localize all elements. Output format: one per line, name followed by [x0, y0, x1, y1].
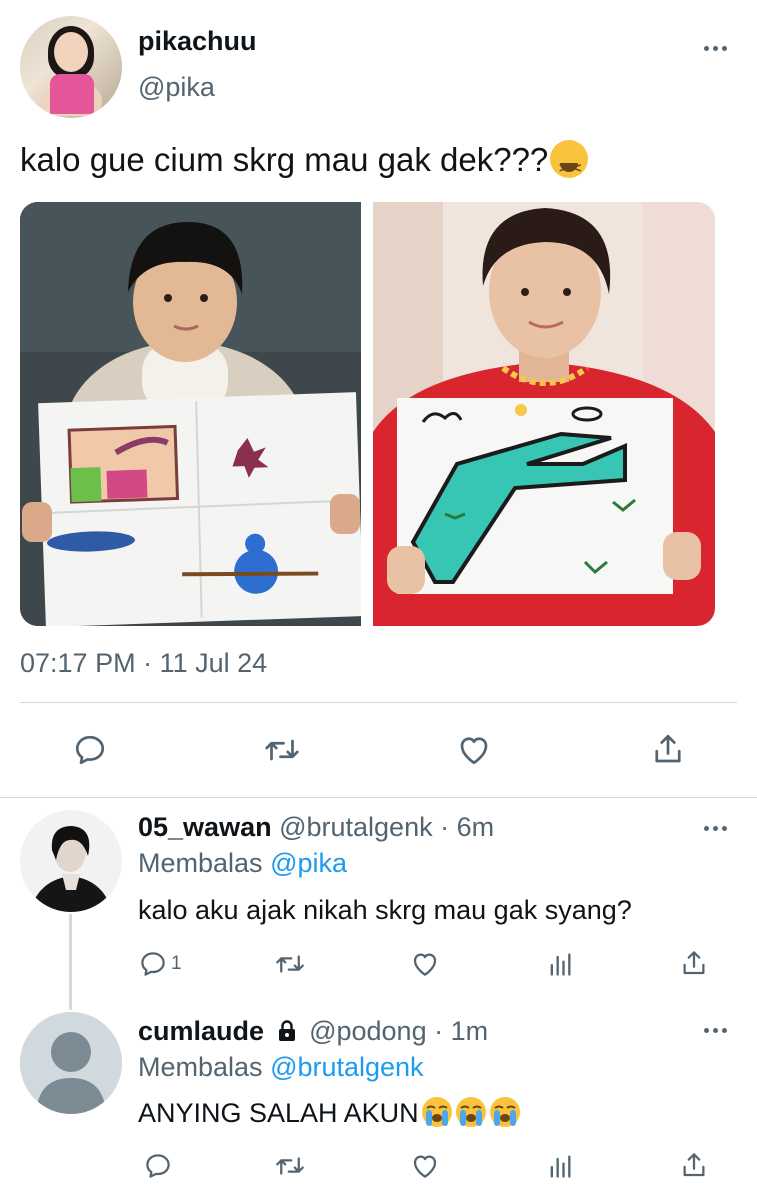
- share-icon[interactable]: [676, 1146, 712, 1184]
- reply-icon[interactable]: [68, 730, 112, 770]
- share-icon[interactable]: [676, 944, 712, 982]
- like-icon[interactable]: [452, 730, 496, 770]
- reply-display-name[interactable]: 05_wawan: [138, 812, 272, 842]
- tweet-text: kalo gue cium skrg mau gak dek???><: [20, 138, 589, 182]
- more-options-icon[interactable]: [695, 818, 735, 838]
- default-avatar-icon[interactable]: [20, 1012, 122, 1114]
- reply-time[interactable]: 1m: [451, 1016, 489, 1046]
- tweet-timestamp[interactable]: 07:17 PM · 11 Jul 24: [20, 648, 267, 679]
- author-avatar[interactable]: [20, 16, 122, 118]
- tweet-text-content: kalo gue cium skrg mau gak dek???: [20, 141, 549, 178]
- author-handle[interactable]: @pika: [138, 72, 215, 103]
- replying-to-mention[interactable]: @pika: [270, 848, 347, 878]
- tired-face-emoji: ><: [550, 140, 589, 178]
- like-icon[interactable]: [406, 946, 444, 982]
- retweet-icon[interactable]: [270, 946, 310, 982]
- reply-icon: [141, 952, 165, 976]
- reply-avatar[interactable]: [20, 810, 122, 912]
- more-options-icon[interactable]: [695, 38, 735, 58]
- analytics-icon[interactable]: [542, 1148, 578, 1184]
- like-icon[interactable]: [406, 1148, 444, 1184]
- divider: [0, 797, 757, 798]
- replying-label: Membalas: [138, 1052, 263, 1082]
- reply-button[interactable]: 1: [138, 946, 192, 982]
- reply-separator: ·: [440, 812, 450, 842]
- man-drawing-photo: [373, 202, 715, 626]
- replying-label: Membalas: [138, 848, 263, 878]
- reply-header: 05_wawan @brutalgenk · 6m: [138, 812, 494, 843]
- tweet-photo-right[interactable]: [373, 202, 715, 626]
- reply-text-content: ANYING SALAH AKUN: [138, 1098, 419, 1128]
- reply-text: kalo aku ajak nikah skrg mau gak syang?: [138, 895, 632, 925]
- divider: [20, 702, 737, 703]
- share-icon[interactable]: [646, 728, 690, 770]
- reply-header: cumlaude @podong · 1m: [138, 1016, 488, 1050]
- lock-icon: [276, 1019, 298, 1050]
- reply-icon[interactable]: [138, 1148, 178, 1184]
- reply-text: ANYING SALAH AKUN: [138, 1096, 521, 1129]
- reply-handle[interactable]: @brutalgenk: [279, 812, 433, 842]
- replying-to: Membalas @pika: [138, 848, 347, 879]
- retweet-icon[interactable]: [258, 730, 306, 770]
- tweet-photo-left[interactable]: [20, 202, 361, 626]
- reply-handle[interactable]: @podong: [309, 1016, 427, 1046]
- reply-time[interactable]: 6m: [457, 812, 495, 842]
- more-options-icon[interactable]: [695, 1020, 735, 1040]
- reply-display-name[interactable]: cumlaude: [138, 1016, 264, 1046]
- reply-separator: ·: [434, 1016, 444, 1046]
- reply-count: 1: [171, 953, 182, 974]
- replying-to: Membalas @brutalgenk: [138, 1052, 424, 1083]
- child-drawing-photo: [20, 202, 361, 626]
- thread-line: [69, 914, 72, 1010]
- retweet-icon[interactable]: [270, 1148, 310, 1184]
- author-display-name[interactable]: pikachuu: [138, 26, 257, 57]
- analytics-icon[interactable]: [542, 946, 578, 982]
- replying-to-mention[interactable]: @brutalgenk: [270, 1052, 424, 1082]
- loudly-crying-face-emoji: [421, 1096, 521, 1128]
